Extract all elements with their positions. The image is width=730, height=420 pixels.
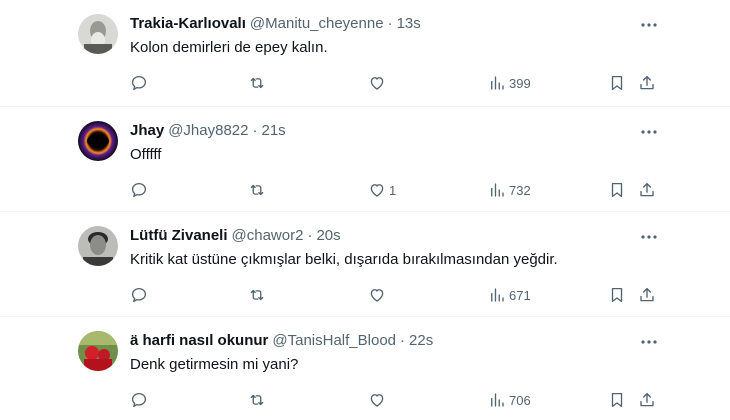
bookmark-icon	[611, 287, 623, 303]
view-count: 706	[509, 392, 531, 408]
retweet-button[interactable]	[248, 285, 266, 305]
views-bar-chart-icon	[491, 393, 504, 407]
tweet-item[interactable]: Lütfü Zivaneli @chawor2 · 20s Kritik kat üs…	[0, 212, 730, 317]
reply-bubble-icon	[131, 75, 147, 91]
reply-button[interactable]	[130, 390, 148, 410]
heart-icon	[370, 77, 384, 90]
retweet-icon	[250, 77, 264, 89]
author-handle[interactable]: @TanisHalf_Blood	[272, 332, 396, 349]
tweet-item[interactable]: ä harfi nasıl okunur @TanisHalf_Blood · 22s…	[0, 317, 730, 420]
separator-dot: ·	[387, 15, 393, 32]
view-count: 671	[509, 287, 531, 303]
tweet-header: Trakia-Karlıovalı @Manitu_cheyenne · 13s	[130, 14, 421, 34]
more-horizontal-icon[interactable]	[640, 123, 658, 141]
bookmark-button[interactable]	[608, 285, 626, 305]
tweet-header: ä harfi nasıl okunur @TanisHalf_Blood · 22s	[130, 331, 433, 351]
tweet-text: Kritik kat üstüne çıkmışlar belki, dışar…	[130, 251, 558, 268]
share-button[interactable]	[638, 180, 656, 200]
reply-button[interactable]	[130, 73, 148, 93]
retweet-icon	[250, 289, 264, 301]
more-horizontal-icon[interactable]	[640, 16, 658, 34]
reply-button[interactable]	[130, 180, 148, 200]
author-name[interactable]: Jhay	[130, 122, 164, 139]
more-horizontal-icon[interactable]	[640, 228, 658, 246]
views-bar-chart-icon	[491, 288, 504, 302]
views-bar-chart-icon	[491, 76, 504, 90]
heart-icon	[370, 184, 384, 197]
tweet-actions: 399	[130, 73, 660, 93]
separator-dot: ·	[400, 332, 406, 349]
retweet-icon	[250, 184, 264, 196]
avatar[interactable]	[78, 331, 118, 371]
heart-icon	[370, 394, 384, 407]
reply-bubble-icon	[131, 287, 147, 303]
tweet-actions: 706	[130, 390, 660, 410]
like-button[interactable]	[368, 73, 389, 93]
like-button[interactable]: 1	[368, 180, 396, 200]
like-count: 1	[389, 182, 397, 198]
more-horizontal-icon[interactable]	[640, 333, 658, 351]
share-upload-icon	[640, 392, 654, 407]
tweet-actions: 1 732	[130, 180, 660, 200]
timestamp[interactable]: 21s	[261, 122, 285, 139]
views-bar-chart-icon	[491, 183, 504, 197]
author-handle[interactable]: @Manitu_cheyenne	[250, 15, 384, 32]
retweet-button[interactable]	[248, 73, 266, 93]
bookmark-icon	[611, 392, 623, 408]
bookmark-button[interactable]	[608, 180, 626, 200]
share-upload-icon	[640, 182, 654, 197]
author-handle[interactable]: @Jhay8822	[168, 122, 248, 139]
share-upload-icon	[640, 287, 654, 302]
timestamp[interactable]: 20s	[316, 227, 340, 244]
tweet-item[interactable]: Jhay @Jhay8822 · 21s Offfff 1 732	[0, 107, 730, 212]
avatar[interactable]	[78, 14, 118, 54]
tweet-item[interactable]: Trakia-Karlıovalı @Manitu_cheyenne · 13s Ko…	[0, 0, 730, 107]
avatar[interactable]	[78, 226, 118, 266]
author-name[interactable]: ä harfi nasıl okunur	[130, 332, 268, 349]
author-handle[interactable]: @chawor2	[232, 227, 304, 244]
timestamp[interactable]: 13s	[397, 15, 421, 32]
tweet-header: Lütfü Zivaneli @chawor2 · 20s	[130, 226, 341, 246]
view-count: 732	[509, 182, 531, 198]
views-button[interactable]: 399	[488, 73, 531, 93]
retweet-button[interactable]	[248, 390, 266, 410]
separator-dot: ·	[252, 122, 258, 139]
like-button[interactable]	[368, 390, 389, 410]
views-button[interactable]: 671	[488, 285, 531, 305]
like-button[interactable]	[368, 285, 389, 305]
author-name[interactable]: Lütfü Zivaneli	[130, 227, 228, 244]
reply-button[interactable]	[130, 285, 148, 305]
separator-dot: ·	[307, 227, 313, 244]
tweet-text: Denk getirmesin mi yani?	[130, 356, 299, 373]
tweet-actions: 671	[130, 285, 660, 305]
views-button[interactable]: 706	[488, 390, 531, 410]
bookmark-icon	[611, 75, 623, 91]
tweet-header: Jhay @Jhay8822 · 21s	[130, 121, 286, 141]
bookmark-icon	[611, 182, 623, 198]
timestamp[interactable]: 22s	[409, 332, 433, 349]
retweet-icon	[250, 394, 264, 406]
bookmark-button[interactable]	[608, 390, 626, 410]
tweet-text: Kolon demirleri de epey kalın.	[130, 39, 328, 56]
reply-bubble-icon	[131, 182, 147, 198]
retweet-button[interactable]	[248, 180, 266, 200]
share-button[interactable]	[638, 390, 656, 410]
share-upload-icon	[640, 75, 654, 90]
timeline-feed: Trakia-Karlıovalı @Manitu_cheyenne · 13s Ko…	[0, 0, 730, 420]
views-button[interactable]: 732	[488, 180, 531, 200]
share-button[interactable]	[638, 73, 656, 93]
view-count: 399	[509, 75, 531, 91]
heart-icon	[370, 289, 384, 302]
tweet-text: Offfff	[130, 146, 162, 163]
share-button[interactable]	[638, 285, 656, 305]
avatar[interactable]	[78, 121, 118, 161]
author-name[interactable]: Trakia-Karlıovalı	[130, 15, 246, 32]
reply-bubble-icon	[131, 392, 147, 408]
bookmark-button[interactable]	[608, 73, 626, 93]
